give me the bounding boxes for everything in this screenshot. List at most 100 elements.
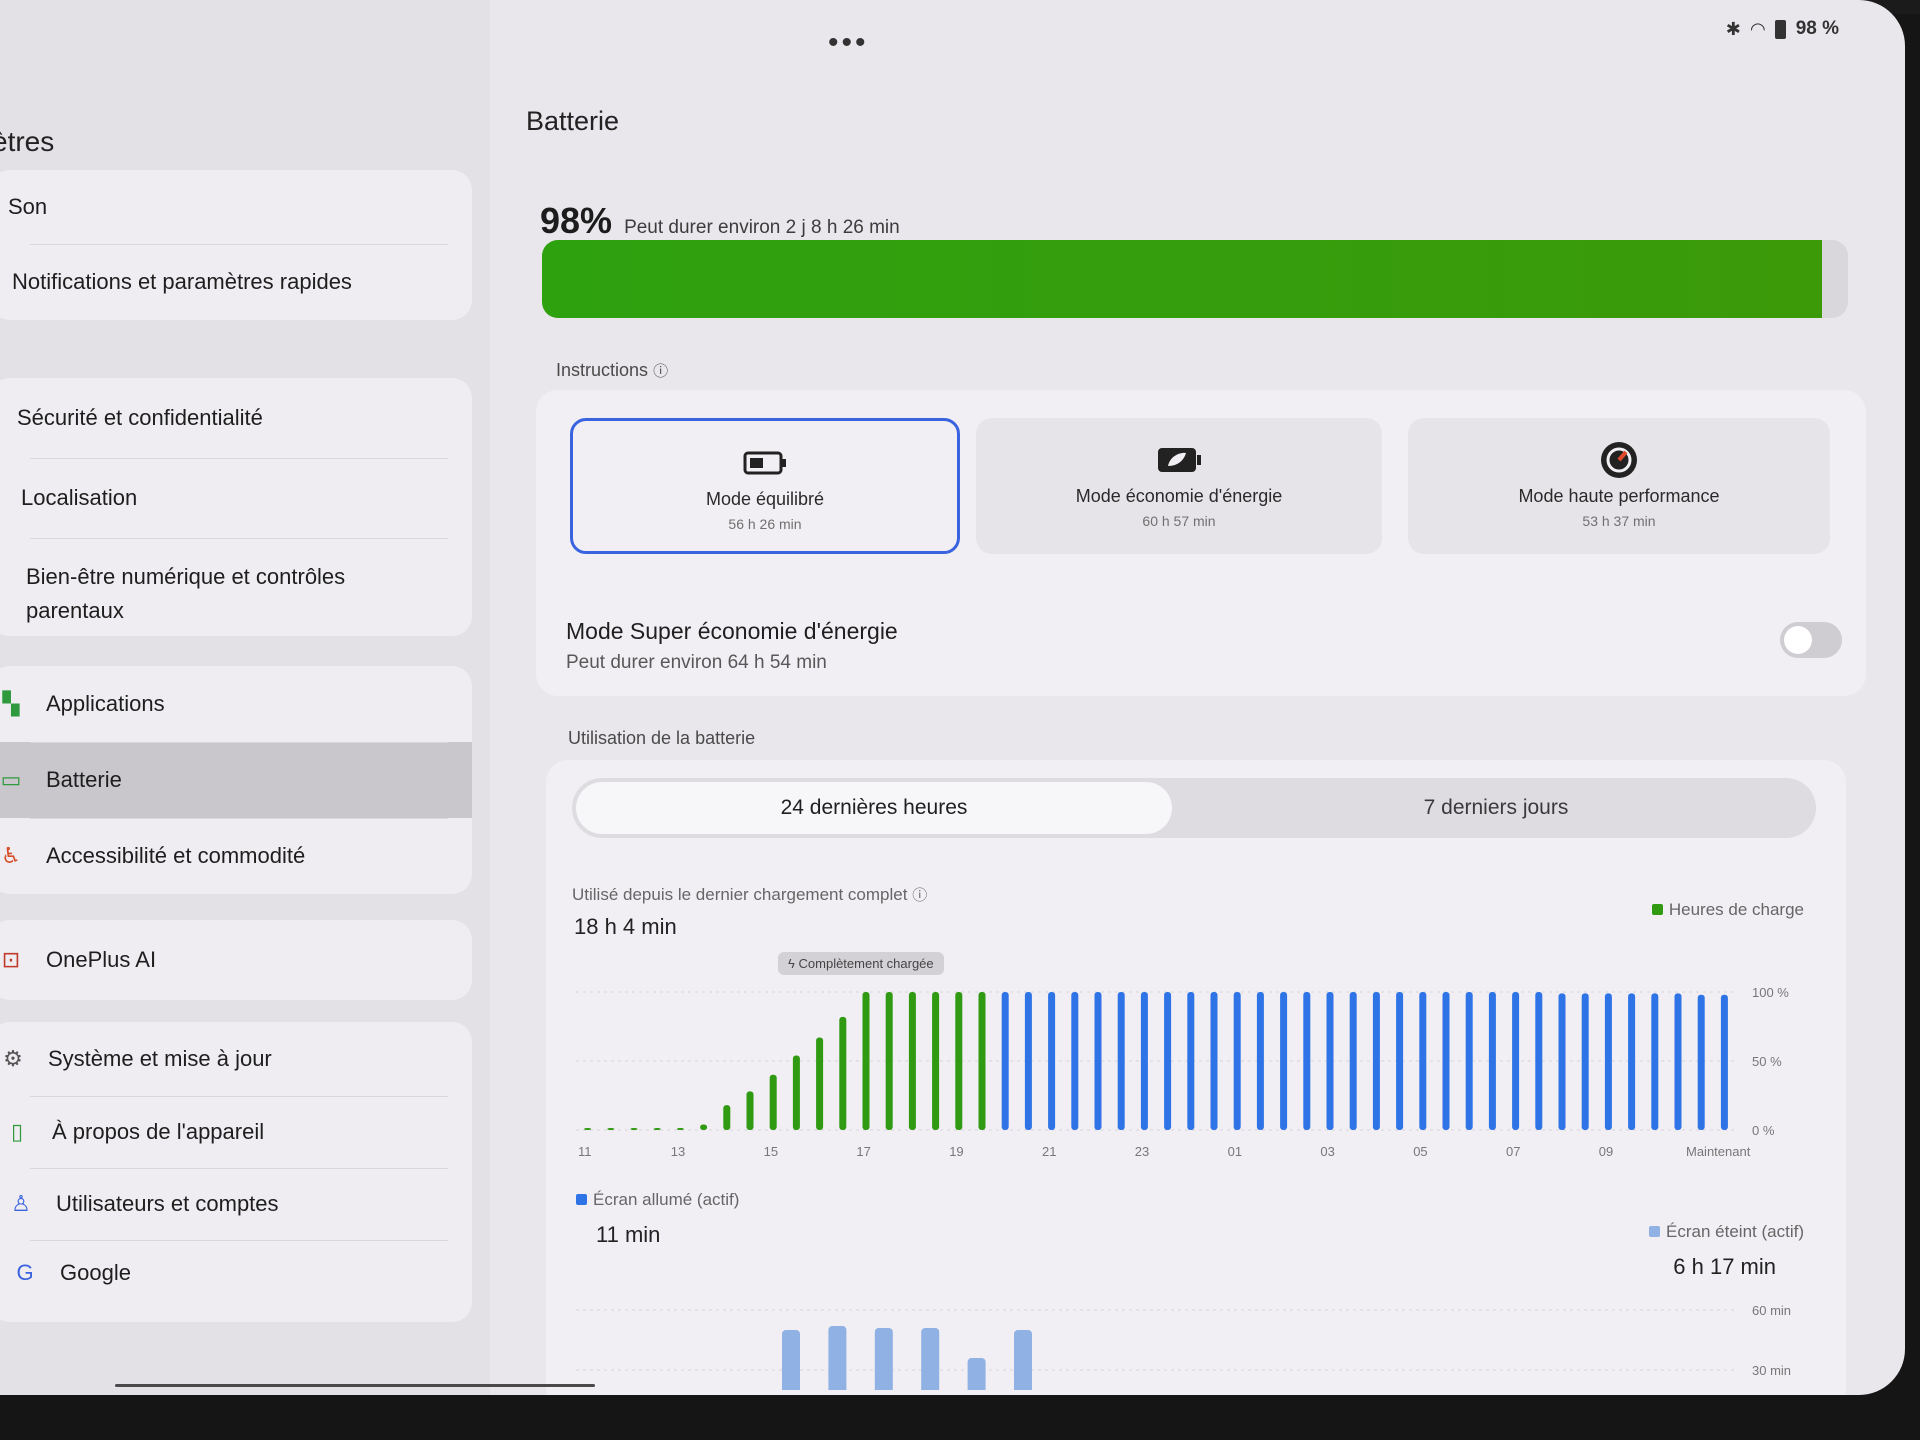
sidebar-item-label: Batterie <box>46 767 122 792</box>
charge-bar[interactable] <box>769 1074 777 1130</box>
usage-bar[interactable] <box>1001 992 1009 1130</box>
y-tick-label: 50 % <box>1752 1054 1782 1069</box>
sidebar-item-localisation[interactable]: Localisation <box>0 458 472 538</box>
usage-bar[interactable] <box>1117 992 1125 1130</box>
usage-bar[interactable] <box>1465 992 1473 1130</box>
charge-bar[interactable] <box>723 1105 731 1130</box>
usage-bar[interactable] <box>1604 993 1612 1130</box>
usage-bar[interactable] <box>1233 992 1241 1130</box>
charge-bar[interactable] <box>653 1128 661 1130</box>
screen-time-bar[interactable] <box>921 1328 940 1390</box>
usage-bar[interactable] <box>1674 993 1682 1130</box>
usage-card: 24 dernières heures 7 derniers jours Uti… <box>546 760 1846 1395</box>
charge-bar[interactable] <box>885 992 893 1130</box>
usage-bar[interactable] <box>1419 992 1427 1130</box>
sidebar-item-accessibilite[interactable]: ♿ Accessibilité et commodité <box>0 818 472 894</box>
charge-bar[interactable] <box>584 1128 592 1130</box>
y-tick-label: 0 % <box>1752 1123 1775 1138</box>
screen-time-bar[interactable] <box>782 1330 800 1390</box>
usage-bar[interactable] <box>1280 992 1288 1130</box>
super-saver-toggle[interactable] <box>1780 622 1842 658</box>
charge-bar[interactable] <box>955 992 963 1130</box>
mode-economie[interactable]: Mode économie d'énergie 60 h 57 min <box>976 418 1382 554</box>
tab-24-heures[interactable]: 24 dernières heures <box>576 782 1172 834</box>
usage-bar[interactable] <box>1140 992 1148 1130</box>
usage-bar[interactable] <box>1256 992 1264 1130</box>
charge-bar[interactable] <box>816 1037 824 1130</box>
usage-bar[interactable] <box>1535 992 1543 1130</box>
instructions-label[interactable]: Instructions ⓘ <box>556 360 668 381</box>
sidebar-item-son[interactable]: Son <box>0 170 472 244</box>
battery-modes-card: Mode équilibré 56 h 26 min Mode économie… <box>536 390 1866 696</box>
sidebar-item-securite[interactable]: Sécurité et confidentialité <box>0 378 472 458</box>
x-tick-label: 13 <box>671 1144 685 1159</box>
sidebar-item-google[interactable]: G Google <box>0 1240 472 1306</box>
sidebar-group-security: Sécurité et confidentialité Localisation… <box>0 378 472 636</box>
charge-bar[interactable] <box>862 992 870 1130</box>
charge-bar[interactable] <box>676 1128 684 1130</box>
charge-bar[interactable] <box>700 1124 708 1130</box>
charge-bar[interactable] <box>978 992 986 1130</box>
screen-time-bar[interactable] <box>828 1326 847 1390</box>
screen-time-bar[interactable] <box>967 1358 986 1390</box>
sidebar-item-oneplus-ai[interactable]: ⊡ OnePlus AI <box>0 920 472 1000</box>
sidebar-item-applications[interactable]: ▚ Applications <box>0 666 472 742</box>
charge-bar[interactable] <box>908 992 916 1130</box>
usage-bar[interactable] <box>1442 992 1450 1130</box>
info-icon[interactable]: ⓘ <box>912 887 927 904</box>
charge-bar[interactable] <box>746 1091 754 1130</box>
usage-bar[interactable] <box>1512 992 1520 1130</box>
charge-bar[interactable] <box>607 1128 615 1130</box>
legend-label: Heures de charge <box>1668 900 1804 919</box>
sidebar-item-utilisateurs[interactable]: ♙ Utilisateurs et comptes <box>0 1168 472 1240</box>
sidebar-item-bien-etre[interactable]: Bien-être numérique et contrôles parenta… <box>0 538 472 636</box>
usage-bar[interactable] <box>1303 992 1311 1130</box>
sidebar-item-notifications[interactable]: Notifications et paramètres rapides <box>0 244 472 320</box>
usage-bar[interactable] <box>1187 992 1195 1130</box>
usage-bar[interactable] <box>1372 992 1380 1130</box>
legend-charge: Heures de charge <box>1651 900 1804 920</box>
sidebar-item-label: Accessibilité et commodité <box>46 843 306 868</box>
x-tick-label: 01 <box>1228 1144 1242 1159</box>
charge-bar[interactable] <box>630 1128 638 1130</box>
usage-bar[interactable] <box>1488 992 1496 1130</box>
usage-bar[interactable] <box>1720 994 1728 1130</box>
usage-bar[interactable] <box>1071 992 1079 1130</box>
legend-swatch <box>1649 1226 1661 1237</box>
screen-time-bar[interactable] <box>874 1328 893 1390</box>
usage-bar[interactable] <box>1628 993 1636 1130</box>
usage-bar[interactable] <box>1164 992 1172 1130</box>
charge-bar[interactable] <box>839 1016 847 1130</box>
sidebar-item-batterie[interactable]: ▭ Batterie <box>0 742 472 818</box>
x-tick-label: 21 <box>1042 1144 1056 1159</box>
screen-time-bar[interactable] <box>1014 1330 1032 1390</box>
battery-percent-large: 98% <box>540 200 613 241</box>
usage-bar[interactable] <box>1349 992 1357 1130</box>
speedometer-icon <box>1601 442 1637 478</box>
y-tick-label: 100 % <box>1752 985 1789 1000</box>
charge-bar[interactable] <box>792 1055 800 1130</box>
leaf-battery-icon <box>1158 448 1201 472</box>
usage-bar[interactable] <box>1581 993 1589 1130</box>
usage-bar[interactable] <box>1024 992 1032 1130</box>
usage-bar[interactable] <box>1697 994 1705 1130</box>
battery-level-bar <box>542 240 1848 318</box>
phone-icon: ▯ <box>10 1119 24 1144</box>
sidebar-item-label: Sécurité et confidentialité <box>17 405 263 430</box>
sidebar-item-label: À propos de l'appareil <box>52 1119 265 1144</box>
usage-bar[interactable] <box>1396 992 1404 1130</box>
legend-swatch <box>576 1194 587 1205</box>
charge-bar[interactable] <box>932 992 940 1130</box>
tab-7-jours[interactable]: 7 derniers jours <box>1176 778 1816 838</box>
sidebar-item-a-propos[interactable]: ▯ À propos de l'appareil <box>0 1096 472 1168</box>
usage-bar[interactable] <box>1094 992 1102 1130</box>
usage-bar[interactable] <box>1048 992 1056 1130</box>
usage-bar[interactable] <box>1558 993 1566 1130</box>
sidebar-item-systeme[interactable]: ⚙ Système et mise à jour <box>0 1022 472 1096</box>
usage-bar[interactable] <box>1210 992 1218 1130</box>
mode-haute-performance[interactable]: Mode haute performance 53 h 37 min <box>1408 418 1830 554</box>
horizontal-scrollbar[interactable] <box>115 1384 595 1387</box>
usage-bar[interactable] <box>1651 993 1659 1130</box>
mode-equilibre[interactable]: Mode équilibré 56 h 26 min <box>570 418 960 554</box>
usage-bar[interactable] <box>1326 992 1334 1130</box>
